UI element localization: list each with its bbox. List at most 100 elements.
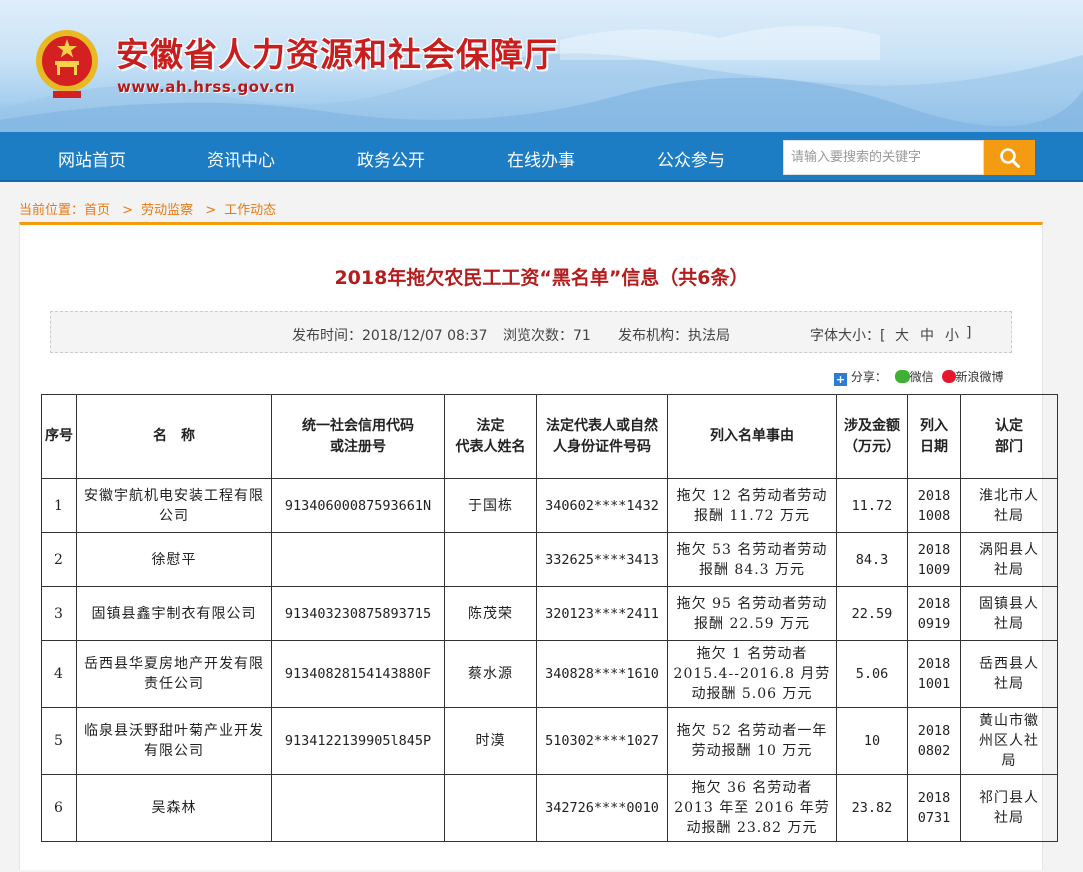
share-label: 分享： — [850, 370, 887, 384]
publisher: 发布机构：执法局 — [618, 328, 730, 344]
cell-date: 2018 1009 — [907, 532, 961, 587]
nav-home[interactable]: 网站首页 — [58, 146, 126, 171]
site-url: www.ah.hrss.gov.cn — [117, 78, 296, 96]
share-weibo[interactable]: 新浪微博 — [956, 370, 1004, 384]
table-row: 3 固镇县鑫宇制衣有限公司 913403230875893715 陈茂荣 320123*… — [41, 586, 1058, 641]
header-id-number: 法定代表人或自然 人身份证件号码 — [536, 394, 668, 479]
cell-reason: 拖欠 53 名劳动者劳动报酬 84.3 万元 — [667, 532, 837, 587]
header-legal-rep: 法定 代表人姓名 — [444, 394, 537, 479]
cell-dept: 涡阳县人社局 — [960, 532, 1058, 587]
cell-id-number: 320123****2411 — [536, 586, 668, 641]
nav-online-services[interactable]: 在线办事 — [507, 146, 575, 171]
header-dept: 认定 部门 — [960, 394, 1058, 479]
cell-name: 固镇县鑫宇制衣有限公司 — [76, 586, 272, 641]
cell-date: 2018 0731 — [907, 774, 961, 842]
cell-legal-rep — [444, 532, 537, 587]
header-credit-code: 统一社会信用代码 或注册号 — [271, 394, 445, 479]
header-date: 列入 日期 — [907, 394, 961, 479]
article-meta-bar: 发布时间：2018/12/07 08:37 浏览次数：71 发布机构：执法局 字… — [50, 311, 1012, 353]
font-size-medium[interactable]: 中 — [920, 325, 934, 345]
share-plus-icon: + — [834, 373, 847, 386]
cell-seq: 5 — [41, 707, 77, 775]
cell-legal-rep: 于国栋 — [444, 478, 537, 533]
breadcrumb-work-news[interactable]: 工作动态 — [224, 203, 276, 218]
cell-amount: 23.82 — [836, 774, 908, 842]
search-icon — [999, 147, 1020, 168]
cell-seq: 3 — [41, 586, 77, 641]
cell-id-number: 342726****0010 — [536, 774, 668, 842]
cell-seq: 2 — [41, 532, 77, 587]
cell-amount: 11.72 — [836, 478, 908, 533]
font-size-close-bracket: ] — [966, 325, 972, 341]
weibo-icon[interactable] — [941, 370, 956, 383]
wechat-icon[interactable] — [894, 370, 910, 383]
cell-date: 2018 1008 — [907, 478, 961, 533]
header-amount: 涉及金额 （万元） — [836, 394, 908, 479]
cell-name: 徐慰平 — [76, 532, 272, 587]
breadcrumb-home[interactable]: 首页 — [84, 203, 110, 218]
breadcrumb-prefix: 当前位置： — [19, 203, 85, 218]
cell-legal-rep — [444, 774, 537, 842]
site-header: 安徽省人力资源和社会保障厅 www.ah.hrss.gov.cn — [0, 0, 1083, 132]
cell-dept: 固镇县人社局 — [960, 586, 1058, 641]
nav-gov-affairs[interactable]: 政务公开 — [357, 146, 425, 171]
table-row: 5 临泉县沃野甜叶菊产业开发有限公司 9134122139905l845P 时漠 510… — [41, 707, 1058, 775]
share-wechat[interactable]: 微信 — [910, 370, 934, 384]
table-row: 4 岳西县华夏房地产开发有限责任公司 91340828154143880F 蔡水源 34… — [41, 640, 1058, 708]
cell-name: 吴森林 — [76, 774, 272, 842]
cell-name: 岳西县华夏房地产开发有限责任公司 — [76, 640, 272, 708]
cell-id-number: 332625****3413 — [536, 532, 668, 587]
national-emblem-icon — [36, 30, 98, 98]
cell-dept: 祁门县人社局 — [960, 774, 1058, 842]
cell-reason: 拖欠 12 名劳动者劳动报酬 11.72 万元 — [667, 478, 837, 533]
font-size-label: 字体大小：[ — [810, 328, 886, 344]
cell-legal-rep: 蔡水源 — [444, 640, 537, 708]
view-count: 浏览次数：71 — [503, 328, 591, 344]
cell-id-number: 340828****1610 — [536, 640, 668, 708]
cell-reason: 拖欠 52 名劳动者一年劳动报酬 10 万元 — [667, 707, 837, 775]
cell-dept: 岳西县人社局 — [960, 640, 1058, 708]
table-row: 2 徐慰平 332625****3413 拖欠 53 名劳动者劳动报酬 84.3 万元… — [41, 532, 1058, 587]
cell-date: 2018 1001 — [907, 640, 961, 708]
header-name: 名 称 — [76, 394, 272, 479]
breadcrumb-separator: > — [205, 203, 217, 218]
article-title: 2018年拖欠农民工工资“黑名单”信息（共6条） — [334, 267, 749, 289]
cell-dept: 淮北市人社局 — [960, 478, 1058, 533]
cell-reason: 拖欠 1 名劳动者 2015.4--2016.8 月劳动报酬 5.06 万元 — [667, 640, 837, 708]
cell-amount: 5.06 — [836, 640, 908, 708]
cell-amount: 10 — [836, 707, 908, 775]
nav-public-participation[interactable]: 公众参与 — [657, 146, 725, 171]
blacklist-table: 序号 名 称 统一社会信用代码 或注册号 法定 代表人姓名 法定代表人或自然 人身份证… — [41, 394, 1058, 842]
table-header-row: 序号 名 称 统一社会信用代码 或注册号 法定 代表人姓名 法定代表人或自然 人身份证… — [41, 394, 1058, 479]
share-bar: + 分享： 微信 新浪微博 — [834, 368, 1004, 386]
search-input[interactable]: 请输入要搜索的关键字 — [783, 140, 984, 175]
cell-id-number: 340602****1432 — [536, 478, 668, 533]
header-reason: 列入名单事由 — [667, 394, 837, 479]
breadcrumb: 当前位置：首页 > 劳动监察 > 工作动态 — [19, 199, 276, 218]
breadcrumb-labor-inspection[interactable]: 劳动监察 — [141, 203, 193, 218]
font-size-small[interactable]: 小 — [945, 325, 959, 345]
cell-credit-code — [271, 774, 445, 842]
cell-date: 2018 0802 — [907, 707, 961, 775]
cell-credit-code: 91340828154143880F — [271, 640, 445, 708]
cell-legal-rep: 陈茂荣 — [444, 586, 537, 641]
cell-credit-code — [271, 532, 445, 587]
cell-dept: 黄山市徽州区人社局 — [960, 707, 1058, 775]
font-size-large[interactable]: 大 — [895, 325, 909, 345]
cell-date: 2018 0919 — [907, 586, 961, 641]
cell-reason: 拖欠 95 名劳动者劳动报酬 22.59 万元 — [667, 586, 837, 641]
cell-reason: 拖欠 36 名劳动者 2013 年至 2016 年劳动报酬 23.82 万元 — [667, 774, 837, 842]
cell-amount: 84.3 — [836, 532, 908, 587]
cell-id-number: 510302****1027 — [536, 707, 668, 775]
cell-credit-code: 913403230875893715 — [271, 586, 445, 641]
cell-seq: 4 — [41, 640, 77, 708]
cell-credit-code: 9134122139905l845P — [271, 707, 445, 775]
search-button[interactable] — [984, 140, 1035, 175]
cell-credit-code: 91340600087593661N — [271, 478, 445, 533]
nav-news-center[interactable]: 资讯中心 — [207, 146, 275, 171]
cell-amount: 22.59 — [836, 586, 908, 641]
table-row: 1 安徽宇航机电安装工程有限公司 91340600087593661N 于国栋 3406… — [41, 478, 1058, 533]
site-title: 安徽省人力资源和社会保障厅 — [116, 35, 558, 74]
header-seq: 序号 — [41, 394, 77, 479]
cell-seq: 6 — [41, 774, 77, 842]
